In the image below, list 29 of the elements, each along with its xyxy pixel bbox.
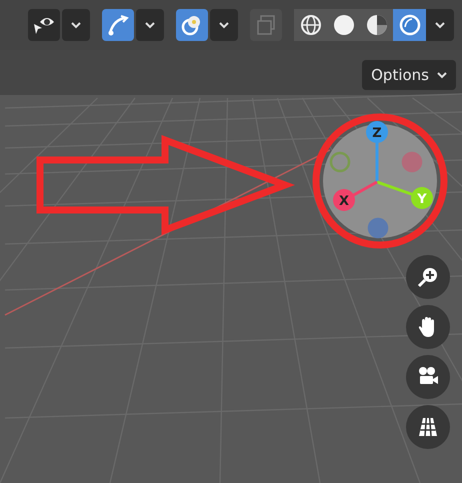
zoom-icon: [416, 265, 440, 289]
material-sphere-icon: [366, 14, 388, 36]
wireframe-shading-button[interactable]: [294, 9, 327, 41]
axis-lines: [351, 140, 414, 198]
grid-icon: [416, 415, 440, 439]
dropdown-button[interactable]: [210, 9, 238, 41]
x-axis-handle[interactable]: X: [333, 189, 355, 211]
z-axis-handle[interactable]: Z: [366, 121, 388, 143]
options-dropdown[interactable]: Options: [362, 60, 456, 90]
overlays-toggle[interactable]: [176, 9, 208, 41]
xray-icon: [255, 14, 277, 36]
chevron-down-icon: [71, 22, 81, 28]
chevron-down-icon: [219, 22, 229, 28]
negative-x-handle[interactable]: [402, 152, 422, 172]
dropdown-button[interactable]: [136, 9, 164, 41]
material-shading-button[interactable]: [360, 9, 393, 41]
chevron-down-icon: [435, 22, 445, 28]
chevron-down-icon: [145, 22, 155, 28]
rendered-shading-button[interactable]: [393, 9, 426, 41]
solid-sphere-icon: [332, 14, 354, 36]
negative-z-handle[interactable]: [368, 218, 388, 238]
visibility-button[interactable]: [28, 9, 60, 41]
chevron-down-icon: [437, 72, 447, 78]
negative-y-handle[interactable]: [330, 152, 350, 172]
rendered-sphere-icon: [398, 14, 420, 36]
dropdown-button[interactable]: [62, 9, 90, 41]
wireframe-sphere-icon: [300, 14, 322, 36]
gizmo-toggle[interactable]: [102, 9, 134, 41]
gizmo-icon: [106, 13, 130, 37]
